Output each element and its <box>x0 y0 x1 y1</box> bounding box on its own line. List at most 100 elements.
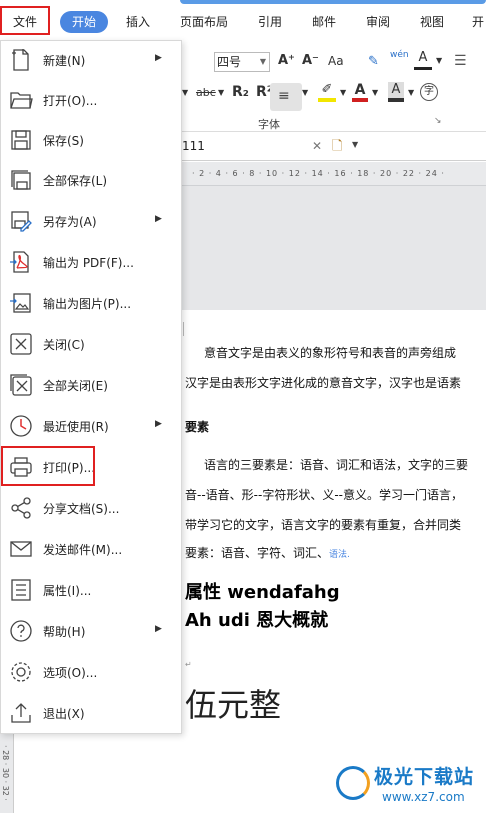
document-tab-name[interactable]: 111 <box>182 139 205 153</box>
export-image-icon <box>9 291 33 315</box>
paragraph-4[interactable]: 音--语音、形--字符形状、义--意义。学习一门语言， <box>185 486 463 503</box>
close-tab-icon[interactable]: ✕ <box>312 139 322 153</box>
document-tab-bar: 111 ✕ 🗋 ▼ <box>182 133 486 161</box>
chevron-down-icon[interactable]: ▼ <box>372 88 378 97</box>
tab-page-layout[interactable]: 页面布局 <box>180 11 228 33</box>
big-text[interactable]: 伍元整 <box>185 680 281 726</box>
menu-item-label: 打印(P)... <box>43 461 96 475</box>
section-heading[interactable]: 要素 <box>185 418 209 435</box>
menu-item-label: 新建(N) <box>43 54 86 68</box>
menu-item-options[interactable]: 选项(O)... <box>1 653 181 691</box>
menu-item-label: 保存(S) <box>43 134 84 148</box>
tab-file[interactable]: 文件 <box>0 6 50 35</box>
align-left-button[interactable]: ≡ <box>270 83 302 111</box>
printer-icon <box>9 455 33 479</box>
menu-item-help[interactable]: 帮助(H) ▶ <box>1 612 181 650</box>
menu-item-label: 全部保存(L) <box>43 174 108 188</box>
menu-item-save-as[interactable]: 另存为(A) ▶ <box>1 202 181 240</box>
menu-item-recent[interactable]: 最近使用(R) ▶ <box>1 407 181 445</box>
font-color-button[interactable]: A <box>352 82 368 102</box>
menu-item-share[interactable]: 分享文档(S)... <box>1 489 181 527</box>
file-menu: 新建(N) ▶ 打开(O)... 保存(S) 全部保存(L) 另存为(A) ▶ … <box>0 40 182 734</box>
char-border-button[interactable]: A <box>414 50 432 70</box>
menu-item-print[interactable]: 打印(P)... <box>1 448 181 486</box>
save-icon <box>9 128 33 152</box>
clear-format-icon[interactable]: ✎ <box>368 54 379 69</box>
font-size-value: 四号 <box>217 55 242 69</box>
tab-references[interactable]: 引用 <box>258 11 282 33</box>
paragraph-2[interactable]: 汉字是由表形文字进化成的意音文字，汉字也是语素 <box>185 374 461 391</box>
submenu-arrow-icon: ▶ <box>155 419 162 429</box>
menu-item-close-all[interactable]: 全部关闭(E) <box>1 366 181 404</box>
chevron-down-icon[interactable]: ▼ <box>340 88 346 97</box>
strikethrough-button[interactable]: abc <box>196 86 216 99</box>
menu-item-save-all[interactable]: 全部保存(L) <box>1 161 181 199</box>
menu-item-send-mail[interactable]: 发送邮件(M)... <box>1 530 181 568</box>
shrink-font-button[interactable]: A⁻ <box>302 53 319 68</box>
menu-item-label: 最近使用(R) <box>43 420 109 434</box>
font-size-select[interactable]: 四号 ▼ <box>214 52 270 72</box>
change-case-button[interactable]: Aa <box>328 54 344 68</box>
menu-item-save[interactable]: 保存(S) <box>1 121 181 159</box>
left-pane <box>14 730 182 813</box>
submenu-arrow-icon: ▶ <box>155 53 162 63</box>
tab-review[interactable]: 审阅 <box>366 11 390 33</box>
tab-home[interactable]: 开始 <box>60 11 108 33</box>
align-left-icon: ≡ <box>278 88 290 104</box>
chevron-down-icon[interactable]: ▼ <box>352 140 358 149</box>
chevron-down-icon[interactable]: ▼ <box>436 56 442 65</box>
ruler-ticks: · 2 · 4 · 6 · 8 · 10 · 12 · 14 · 16 · 18… <box>192 169 445 178</box>
paragraph-6-small: 语法. <box>329 550 350 560</box>
exit-icon <box>9 701 33 725</box>
paragraph-5[interactable]: 带学习它的文字，语言文字的要素有重复，合并同类 <box>185 516 461 533</box>
paragraph-6-main: 要素：语音、字符、词汇、 <box>185 546 330 560</box>
chevron-down-icon[interactable]: ▼ <box>182 88 188 97</box>
close-all-icon <box>9 373 33 397</box>
help-icon <box>9 619 33 643</box>
menu-item-label: 全部关闭(E) <box>43 379 108 393</box>
char-shading-button[interactable]: A <box>388 82 404 102</box>
paragraph-6[interactable]: 要素：语音、字符、词汇、语法. <box>185 544 350 561</box>
bold-line-2[interactable]: Ah udi 恩大概就 <box>185 606 328 632</box>
menu-item-exit[interactable]: 退出(X) <box>1 694 181 732</box>
tab-more[interactable]: 开 <box>472 11 484 33</box>
chevron-down-icon[interactable]: ▼ <box>218 88 224 97</box>
menu-item-label: 关闭(C) <box>43 338 85 352</box>
grow-font-button[interactable]: A⁺ <box>278 53 295 68</box>
export-pdf-icon <box>9 250 33 274</box>
watermark-url: www.xz7.com <box>382 790 465 804</box>
paragraph-3[interactable]: 语言的三要素是：语音、词汇和语法，文字的三要 <box>204 456 468 473</box>
menu-item-open[interactable]: 打开(O)... <box>1 81 181 119</box>
menu-item-export-pdf[interactable]: 输出为 PDF(F)... <box>1 243 181 281</box>
menu-item-close[interactable]: 关闭(C) <box>1 325 181 363</box>
horizontal-ruler[interactable]: · 2 · 4 · 6 · 8 · 10 · 12 · 14 · 16 · 18… <box>182 162 486 186</box>
tab-mailings[interactable]: 邮件 <box>312 11 336 33</box>
chevron-down-icon[interactable]: ▼ <box>302 88 308 97</box>
enclose-char-button[interactable]: 字 <box>420 83 438 101</box>
menu-item-label: 输出为 PDF(F)... <box>43 256 134 270</box>
submenu-arrow-icon: ▶ <box>155 624 162 634</box>
tab-view[interactable]: 视图 <box>420 11 444 33</box>
bold-line-1[interactable]: 属性 wendafahg <box>185 578 340 604</box>
close-icon <box>9 332 33 356</box>
share-icon <box>9 496 33 520</box>
menu-item-label: 分享文档(S)... <box>43 502 120 516</box>
chevron-down-icon[interactable]: ▼ <box>408 88 414 97</box>
menu-item-export-image[interactable]: 输出为图片(P)... <box>1 284 181 322</box>
highlight-pen-icon[interactable]: ✐ <box>318 82 336 102</box>
paragraph-1[interactable]: 意音文字是由表义的象形符号和表音的声旁组成 <box>204 344 456 361</box>
menu-item-new[interactable]: 新建(N) ▶ <box>1 41 181 79</box>
dialog-launcher-icon[interactable]: ↘ <box>434 116 442 126</box>
bullet-list-icon[interactable]: ☰ <box>454 53 467 69</box>
menu-item-label: 输出为图片(P)... <box>43 297 132 311</box>
page-gap <box>182 186 486 310</box>
recent-clock-icon <box>9 414 33 438</box>
watermark: 极光下载站 www.xz7.com <box>330 760 486 813</box>
new-tab-icon[interactable]: 🗋 <box>332 137 342 159</box>
menu-item-properties[interactable]: 属性(I)... <box>1 571 181 609</box>
text-cursor <box>183 322 184 336</box>
pinyin-guide-button[interactable]: wén <box>390 50 409 60</box>
tab-insert[interactable]: 插入 <box>126 11 150 33</box>
subscript-button[interactable]: R₂ <box>232 84 249 100</box>
menu-item-label: 属性(I)... <box>43 584 92 598</box>
